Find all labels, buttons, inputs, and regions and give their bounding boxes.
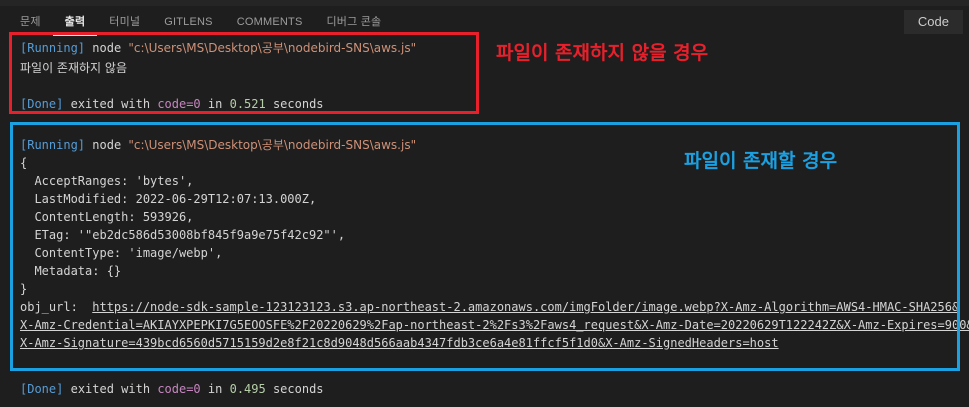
annotation-file-missing: 파일이 존재하지 않을 경우	[496, 42, 709, 64]
top-strip	[0, 0, 969, 6]
done-tag: [Done]	[20, 382, 64, 396]
seconds-label: seconds	[272, 382, 324, 396]
output-channel-select[interactable]: Code	[903, 10, 963, 34]
annotation-file-exists: 파일이 존재할 경우	[684, 150, 838, 172]
duration: 0.495	[229, 382, 266, 396]
done-text: exited with	[70, 382, 151, 396]
highlight-box-missing	[9, 32, 479, 114]
in-label: in	[207, 382, 223, 396]
exit-code: code=0	[157, 382, 201, 396]
run2-done-line: [Done] exited with code=0 in 0.495 secon…	[20, 381, 324, 397]
